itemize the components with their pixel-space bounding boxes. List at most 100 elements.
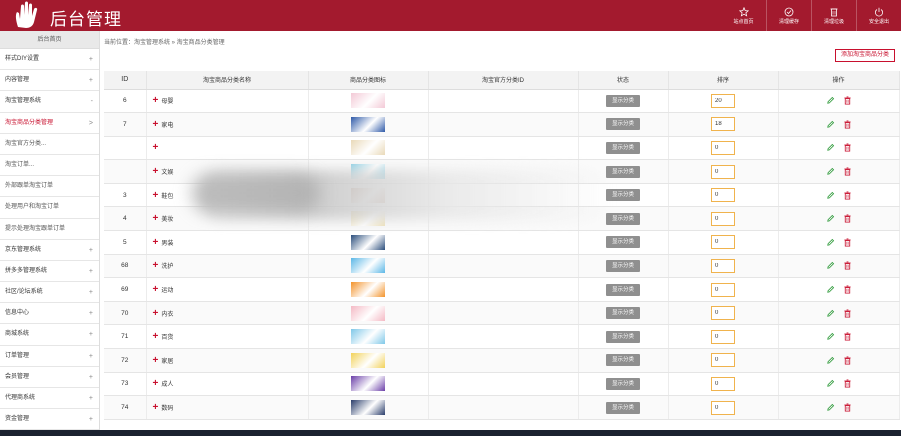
site-home-button[interactable]: 站点首页 [721,0,766,31]
delete-trash-icon[interactable] [843,285,852,294]
delete-trash-icon[interactable] [843,120,852,129]
sort-order-input[interactable] [711,306,735,321]
expand-plus-icon[interactable]: + [153,119,159,130]
sort-order-input[interactable] [711,400,735,415]
expand-plus-icon[interactable]: + [153,260,159,271]
expand-indicator-icon: + [88,289,93,297]
edit-pencil-icon[interactable] [826,285,835,294]
delete-trash-icon[interactable] [843,238,852,247]
sidebar-item[interactable]: 淘宝管理系统 - [0,91,99,113]
status-toggle-button[interactable]: 显示分类 [606,377,640,390]
sidebar-item[interactable]: 内容管理 + [0,70,99,92]
edit-pencil-icon[interactable] [826,191,835,200]
expand-plus-icon[interactable]: + [153,308,159,319]
sidebar-item[interactable]: 商城系统 + [0,324,99,346]
edit-pencil-icon[interactable] [826,238,835,247]
edit-pencil-icon[interactable] [826,332,835,341]
sidebar-item[interactable]: 淘宝官方分类... [0,134,99,155]
sidebar-home-link[interactable]: 后台首页 [0,31,99,49]
status-toggle-button[interactable]: 显示分类 [606,283,640,296]
expand-plus-icon[interactable]: + [153,402,159,413]
category-thumbnail [351,116,385,132]
status-toggle-button[interactable]: 显示分类 [606,354,640,367]
sidebar-item[interactable]: 样式DIY设置 + [0,49,99,71]
sidebar-item[interactable]: 信息中心 + [0,303,99,325]
sort-order-input[interactable] [711,117,735,132]
status-toggle-button[interactable]: 显示分类 [606,141,640,154]
delete-trash-icon[interactable] [843,191,852,200]
clear-trash-button[interactable]: 清理垃圾 [811,0,856,31]
add-category-button[interactable]: 添加淘宝商品分类 [834,49,895,62]
sort-order-input[interactable] [711,188,735,203]
sidebar-item[interactable]: 社区/论坛系统 + [0,282,99,304]
delete-trash-icon[interactable] [843,379,852,388]
sidebar-item[interactable]: 订单管理 + [0,346,99,367]
sidebar-item[interactable]: 代理商系统 + [0,388,99,410]
status-toggle-button[interactable]: 显示分类 [606,189,640,202]
edit-pencil-icon[interactable] [826,167,835,176]
clear-cache-button[interactable]: 清理缓存 [766,0,811,31]
sort-order-input[interactable] [711,211,735,226]
sidebar-item[interactable]: 京东管理系统 + [0,240,99,261]
edit-pencil-icon[interactable] [826,214,835,223]
status-toggle-button[interactable]: 显示分类 [606,236,640,249]
delete-trash-icon[interactable] [843,261,852,270]
delete-trash-icon[interactable] [843,214,852,223]
sidebar-item[interactable]: 淘宝商品分类管理 > [0,113,99,134]
sidebar-item[interactable]: 外部跟单淘宝订单 [0,176,99,198]
edit-pencil-icon[interactable] [826,96,835,105]
logout-button[interactable]: 安全退出 [856,0,901,31]
expand-plus-icon[interactable]: + [153,378,159,389]
sort-order-input[interactable] [711,353,735,368]
expand-plus-icon[interactable]: + [153,142,159,153]
sort-order-input[interactable] [711,164,735,179]
sidebar-item[interactable]: 会员管理 + [0,367,99,388]
expand-plus-icon[interactable]: + [153,166,159,177]
status-toggle-button[interactable]: 显示分类 [606,212,640,225]
expand-plus-icon[interactable]: + [153,190,159,201]
sidebar-item[interactable]: 提示处理淘宝跟单订单 [0,219,99,240]
sort-order-input[interactable] [711,329,735,344]
delete-trash-icon[interactable] [843,332,852,341]
edit-pencil-icon[interactable] [826,403,835,412]
expand-indicator-icon: + [88,77,93,85]
status-toggle-button[interactable]: 显示分类 [606,94,640,107]
delete-trash-icon[interactable] [843,309,852,318]
sidebar-item[interactable]: 资金管理 + [0,409,99,431]
sidebar-item[interactable]: 处理用户和淘宝订单 [0,197,99,219]
edit-pencil-icon[interactable] [826,379,835,388]
expand-plus-icon[interactable]: + [153,355,159,366]
status-toggle-button[interactable]: 显示分类 [606,118,640,131]
edit-pencil-icon[interactable] [826,120,835,129]
sort-order-input[interactable] [711,93,735,108]
expand-plus-icon[interactable]: + [153,95,159,106]
status-toggle-button[interactable]: 显示分类 [606,259,640,272]
edit-pencil-icon[interactable] [826,143,835,152]
delete-trash-icon[interactable] [843,403,852,412]
expand-plus-icon[interactable]: + [153,237,159,248]
edit-pencil-icon[interactable] [826,356,835,365]
delete-trash-icon[interactable] [843,167,852,176]
sort-order-input[interactable] [711,376,735,391]
expand-plus-icon[interactable]: + [153,213,159,224]
expand-indicator-icon: + [88,331,93,339]
sidebar: 后台首页 样式DIY设置 + 内容管理 + 淘宝管理系统 - 淘宝商品分类管理 > 淘宝官方分类… [0,31,100,436]
status-toggle-button[interactable]: 显示分类 [606,330,640,343]
sort-order-input[interactable] [711,235,735,250]
edit-pencil-icon[interactable] [826,261,835,270]
status-toggle-button[interactable]: 显示分类 [606,165,640,178]
status-toggle-button[interactable]: 显示分类 [606,401,640,414]
status-toggle-button[interactable]: 显示分类 [606,307,640,320]
expand-plus-icon[interactable]: + [153,331,159,342]
sort-order-input[interactable] [711,282,735,297]
expand-plus-icon[interactable]: + [153,284,159,295]
edit-pencil-icon[interactable] [826,309,835,318]
sidebar-item[interactable]: 淘宝订单... [0,155,99,177]
delete-trash-icon[interactable] [843,143,852,152]
row-official-id [428,230,579,255]
delete-trash-icon[interactable] [843,96,852,105]
sort-order-input[interactable] [711,140,735,155]
delete-trash-icon[interactable] [843,356,852,365]
sort-order-input[interactable] [711,258,735,273]
sidebar-item[interactable]: 拼多多管理系统 + [0,261,99,283]
